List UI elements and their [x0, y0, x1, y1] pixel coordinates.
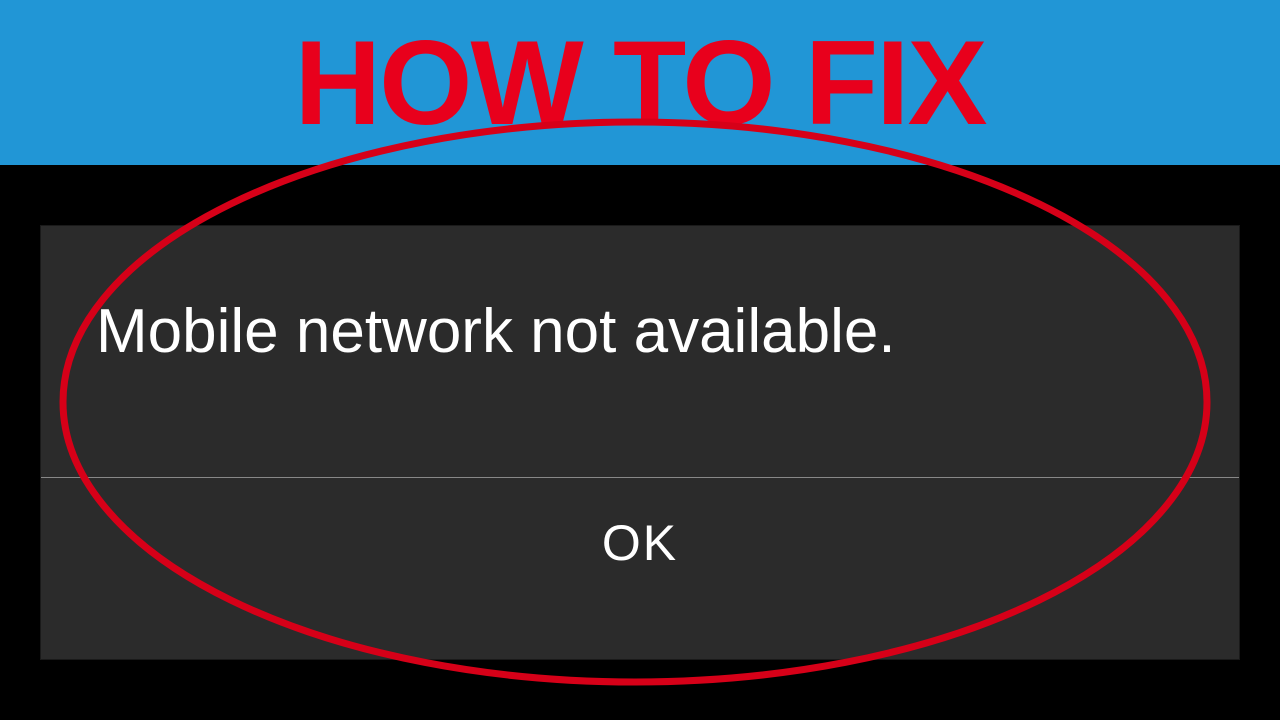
main-area: Mobile network not available. OK: [0, 165, 1280, 720]
header-banner: HOW TO FIX: [0, 0, 1280, 165]
dialog-message: Mobile network not available.: [41, 226, 1239, 477]
header-title: HOW TO FIX: [294, 23, 985, 143]
ok-button[interactable]: OK: [41, 478, 1239, 608]
error-dialog: Mobile network not available. OK: [40, 225, 1240, 660]
